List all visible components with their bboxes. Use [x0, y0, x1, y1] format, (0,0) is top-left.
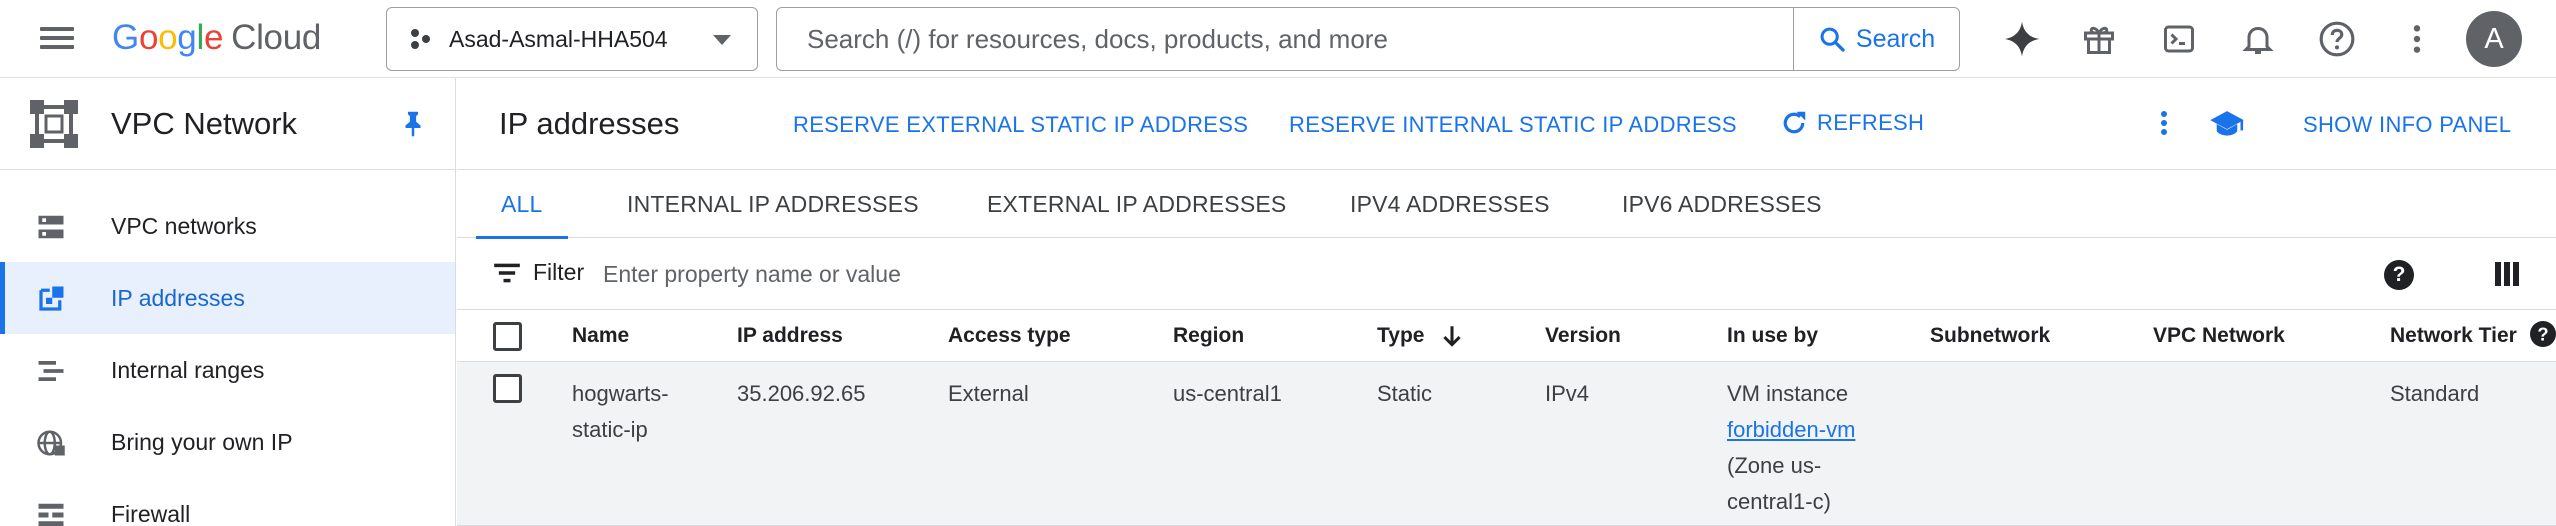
cell-ip-address: 35.206.92.65 [737, 381, 866, 406]
select-all-checkbox[interactable] [493, 322, 522, 351]
refresh-label: REFRESH [1817, 110, 1925, 135]
filter-bar: Filter ? [457, 238, 2556, 310]
sidebar-item-firewall[interactable]: Firewall [0, 478, 455, 526]
show-info-panel-button[interactable]: SHOW INFO PANEL [2303, 112, 2511, 138]
cell-access-type: External [948, 381, 1029, 406]
firewall-icon [38, 503, 64, 526]
google-cloud-logo[interactable]: Google Cloud [112, 18, 321, 58]
column-display-options-icon[interactable] [2495, 262, 2519, 286]
row-checkbox[interactable] [493, 374, 522, 403]
column-header-region[interactable]: Region [1173, 324, 1244, 348]
filter-icon [494, 263, 520, 282]
reserve-external-ip-button[interactable]: RESERVE EXTERNAL STATIC IP ADDRESS [793, 112, 1248, 138]
ip-addresses-icon [39, 286, 64, 311]
search-input[interactable] [777, 8, 1793, 70]
more-vert-icon[interactable] [2395, 17, 2439, 61]
tab-internal-ip-addresses[interactable]: INTERNAL IP ADDRESSES [627, 170, 919, 238]
action-bar: IP addresses RESERVE EXTERNAL STATIC IP … [457, 78, 2556, 170]
notifications-icon[interactable] [2236, 17, 2280, 61]
search-bar: Search [776, 7, 1960, 71]
in-use-by-zone: central1-c) [1727, 489, 1831, 514]
table-header: Name IP address Access type Region Type … [457, 310, 2556, 362]
sidebar-header: VPC Network [0, 78, 456, 170]
tab-all[interactable]: ALL [476, 170, 567, 239]
sidebar-item-label: IP addresses [111, 284, 245, 311]
page-title: IP addresses [499, 106, 680, 141]
table-row[interactable]: hogwarts- static-ip 35.206.92.65 Externa… [457, 362, 2556, 526]
logo-cloud-text: Cloud [231, 18, 322, 57]
project-dots-icon [409, 27, 433, 51]
globe-icon [37, 430, 65, 456]
project-picker[interactable]: Asad-Asmal-HHA504 [386, 7, 758, 71]
sidebar: VPC Network VPC networks IP addresses In… [0, 78, 456, 526]
filter-label: Filter [533, 259, 585, 285]
gemini-spark-icon[interactable] [2000, 17, 2044, 61]
sidebar-item-label: Bring your own IP [111, 428, 293, 455]
gift-icon[interactable] [2077, 17, 2121, 61]
pin-icon[interactable] [398, 108, 428, 138]
column-header-ip-address[interactable]: IP address [737, 324, 843, 348]
reserve-internal-ip-button[interactable]: RESERVE INTERNAL STATIC IP ADDRESS [1289, 112, 1737, 138]
column-header-vpc-network[interactable]: VPC Network [2153, 324, 2285, 348]
refresh-icon [1783, 111, 1806, 134]
cell-region: us-central1 [1173, 381, 1282, 406]
project-name: Asad-Asmal-HHA504 [449, 25, 668, 52]
sidebar-item-label: Internal ranges [111, 356, 265, 383]
column-header-name[interactable]: Name [572, 324, 629, 348]
cell-network-tier: Standard [2390, 381, 2480, 406]
sidebar-item-vpc-networks[interactable]: VPC networks [0, 190, 455, 262]
column-header-type[interactable]: Type [1377, 324, 1424, 348]
sidebar-item-ip-addresses[interactable]: IP addresses [0, 262, 455, 334]
filter-button[interactable]: Filter [493, 259, 584, 286]
internal-ranges-icon [38, 361, 64, 381]
search-button-label: Search [1855, 24, 1936, 53]
cell-in-use-by: VM instance forbidden-vm (Zone us- centr… [1727, 376, 1855, 520]
sidebar-item-bring-your-own-ip[interactable]: Bring your own IP [0, 406, 455, 478]
cell-version: IPv4 [1545, 381, 1590, 406]
cloud-shell-icon[interactable] [2157, 17, 2201, 61]
svg-text:?: ? [2537, 324, 2548, 345]
column-header-subnetwork[interactable]: Subnetwork [1930, 324, 2050, 348]
product-title: VPC Network [111, 106, 298, 141]
sidebar-item-label: Firewall [111, 500, 191, 526]
column-header-network-tier[interactable]: Network Tier [2390, 324, 2517, 348]
avatar[interactable]: A [2466, 11, 2522, 67]
sidebar-item-label: VPC networks [111, 212, 257, 239]
tab-ipv4-addresses[interactable]: IPV4 ADDRESSES [1350, 170, 1550, 238]
network-tier-help-icon[interactable]: ? [2530, 321, 2556, 347]
help-icon[interactable] [2315, 17, 2359, 61]
sidebar-item-internal-ranges[interactable]: Internal ranges [0, 334, 455, 406]
tab-bar: ALL INTERNAL IP ADDRESSES EXTERNAL IP AD… [457, 170, 2556, 239]
ip-addresses-table: Name IP address Access type Region Type … [457, 310, 2556, 526]
in-use-by-zone: (Zone us- [1727, 453, 1822, 478]
filter-help-icon[interactable]: ? [2384, 260, 2414, 290]
column-header-version[interactable]: Version [1545, 324, 1621, 348]
sort-descending-icon[interactable] [1439, 322, 1465, 350]
in-use-by-type: VM instance [1727, 381, 1849, 406]
tab-external-ip-addresses[interactable]: EXTERNAL IP ADDRESSES [987, 170, 1286, 238]
cell-name-line: static-ip [572, 417, 648, 442]
cell-type: Static [1377, 381, 1433, 406]
main-content: IP addresses RESERVE EXTERNAL STATIC IP … [457, 78, 2556, 526]
top-bar: GoogleCloud Asad-Asmal-HHA504 Search A [0, 0, 2556, 78]
vpc-networks-icon [38, 215, 64, 239]
cell-name: hogwarts- static-ip [572, 376, 669, 448]
vm-instance-link[interactable]: forbidden-vm [1727, 417, 1855, 442]
menu-icon[interactable] [36, 22, 78, 56]
search-icon [1820, 27, 1845, 52]
filter-input[interactable] [603, 250, 1803, 298]
more-actions-icon[interactable] [2150, 108, 2178, 142]
cell-name-line: hogwarts- [572, 381, 669, 406]
logo-google-text: Google [112, 18, 224, 57]
learn-icon[interactable] [2209, 108, 2245, 140]
tab-ipv6-addresses[interactable]: IPV6 ADDRESSES [1622, 170, 1822, 238]
column-header-in-use-by[interactable]: In use by [1727, 324, 1818, 348]
caret-down-icon [713, 35, 731, 45]
search-button[interactable]: Search [1793, 8, 1959, 70]
column-header-access-type[interactable]: Access type [948, 324, 1071, 348]
vpc-network-product-icon [30, 100, 78, 148]
refresh-button[interactable]: REFRESH [1779, 108, 1924, 138]
